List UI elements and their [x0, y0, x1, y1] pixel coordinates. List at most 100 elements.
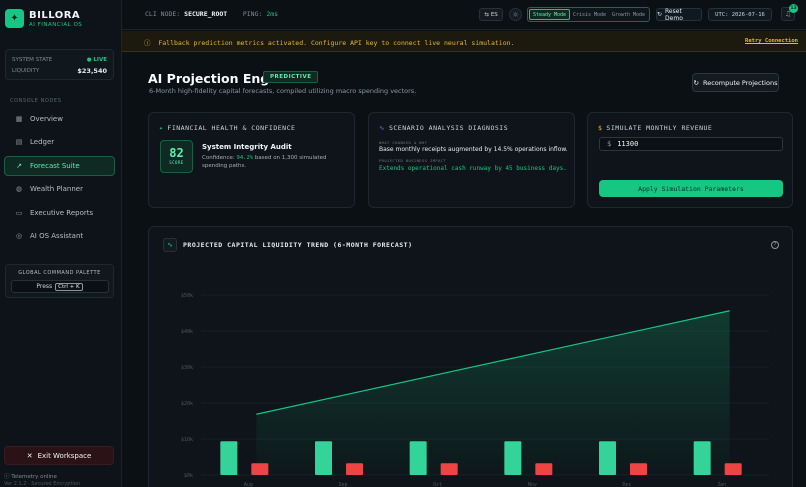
- recompute-label: Recompute Projections: [702, 78, 778, 87]
- outflow-bar: [251, 463, 269, 475]
- inflow-bar: [504, 441, 522, 475]
- liquidity-chart-card: ∿ PROJECTED CAPITAL LIQUIDITY TREND (6-M…: [148, 226, 793, 487]
- audit-prefix: Confidence:: [202, 155, 235, 161]
- fallback-alert-banner: ⓘ Fallback prediction metrics activated.…: [122, 31, 806, 52]
- score-badge: 82 SCORE: [160, 140, 193, 173]
- reset-demo-button[interactable]: ↻ Reset Demo: [656, 7, 702, 22]
- exit-workspace-button[interactable]: ✕ Exit Workspace: [4, 446, 114, 465]
- retry-connection-link[interactable]: Retry Connection: [745, 38, 798, 44]
- command-palette-title: GLOBAL COMMAND PALETTE: [18, 270, 101, 276]
- telemetry-status: ⓘ Telemetry online: [4, 472, 57, 480]
- outflow-bar: [440, 463, 458, 475]
- sidebar-item-ledger[interactable]: ▤ Ledger: [4, 132, 115, 152]
- diagnosis-card-title: SCENARIO ANALYSIS DIAGNOSIS: [388, 124, 509, 132]
- x-tick-label: Sep: [338, 482, 347, 487]
- document-icon: ▭: [15, 208, 23, 217]
- notification-count-badge: 13: [789, 4, 798, 13]
- card-title: $ SIMULATE MONTHLY REVENUE: [598, 124, 712, 132]
- refresh-icon: ↻: [657, 11, 663, 18]
- top-bar: CLI NODE: SECURE_ROOT PING: 2ms ⇆ ES ☼ S…: [122, 0, 806, 30]
- sidebar: ✦ BILLORA AI FINANCIAL OS SYSTEM STATE ●…: [0, 0, 122, 487]
- system-status-panel: SYSTEM STATE ● LIVE LIQUIDITY $23,540: [5, 49, 114, 80]
- sidebar-item-executive-reports[interactable]: ▭ Executive Reports: [4, 203, 115, 223]
- grid-icon: ▦: [15, 115, 23, 123]
- utc-date: UTC: 2026-07-16: [708, 8, 772, 21]
- outflow-bar: [630, 463, 647, 475]
- sidebar-item-label: Ledger: [30, 138, 55, 147]
- x-tick-label: Oct: [433, 482, 442, 487]
- score-value: 82: [169, 146, 184, 160]
- ping-value: 2ms: [266, 10, 279, 18]
- projected-impact-value: Extends operational cash runway by 45 bu…: [379, 165, 567, 172]
- sidebar-item-label: Forecast Suite: [30, 161, 80, 170]
- page-subtitle: 6-Month high-fidelity capital forecasts,…: [149, 87, 417, 95]
- keyboard-shortcut: Ctrl + K: [55, 282, 83, 291]
- scenario-diagnosis-card: ∿ SCENARIO ANALYSIS DIAGNOSIS WHAT CHANGE…: [368, 112, 575, 208]
- sidebar-nav: ▦ Overview ▤ Ledger ↗ Forecast Suite ◍ W…: [4, 109, 115, 249]
- card-title: ∿ SCENARIO ANALYSIS DIAGNOSIS: [379, 124, 508, 132]
- liquidity-chart: $0k $10k $20k $30k $40k $50k Aug Sep Oct Nov Dec Ja…: [181, 293, 769, 487]
- y-tick-label: $40k: [181, 329, 193, 335]
- x-tick-label: Nov: [528, 482, 537, 487]
- sidebar-item-label: AI OS Assistant: [30, 231, 84, 240]
- y-tick-label: $10k: [181, 437, 193, 443]
- currency-symbol: $: [607, 140, 612, 148]
- reset-demo-label: Reset Demo: [665, 7, 683, 22]
- theme-toggle-icon[interactable]: ☼: [509, 8, 522, 21]
- outflow-bar: [724, 463, 742, 475]
- projected-impact-label: PROJECTED BUSINESS IMPACT: [379, 158, 447, 163]
- mode-crisis[interactable]: Crisis Mode: [570, 9, 609, 20]
- score-label: SCORE: [169, 160, 184, 165]
- x-tick-label: Aug: [244, 482, 253, 487]
- live-status-badge: ● LIVE: [86, 56, 107, 63]
- health-card-title: FINANCIAL HEALTH & CONFIDENCE: [167, 124, 296, 132]
- version-text: Ver 2.1.2 · Secured Encryption: [4, 481, 81, 487]
- what-changed-label: WHAT CHANGED & WHY: [379, 140, 428, 145]
- predictive-badge: PREDICTIVE: [263, 71, 319, 83]
- sparkle-icon: ✦: [159, 124, 164, 132]
- command-palette-button[interactable]: Press Ctrl + K: [10, 280, 109, 293]
- dollar-icon: $: [598, 124, 603, 132]
- sidebar-item-label: Executive Reports: [30, 208, 94, 217]
- nav-section-label: CONSOLE NODES: [10, 98, 62, 104]
- cli-node-status: CLI NODE: SECURE_ROOT PING: 2ms: [145, 10, 278, 18]
- recompute-projections-button[interactable]: ↻ Recompute Projections: [692, 73, 779, 92]
- language-button[interactable]: ⇆ ES: [479, 8, 503, 21]
- mode-selector: Steady Mode Crisis Mode Growth Mode: [527, 7, 650, 22]
- bell-icon[interactable]: ♫ 13: [781, 4, 798, 21]
- alert-message: ⓘ Fallback prediction metrics activated.…: [144, 37, 514, 47]
- refresh-icon: ↻: [693, 78, 699, 87]
- audit-text: Confidence: 94.2% based on 1,300 simulat…: [202, 154, 332, 170]
- sidebar-item-wealth-planner[interactable]: ◍ Wealth Planner: [4, 179, 115, 199]
- system-state-label: SYSTEM STATE: [12, 56, 53, 63]
- brand-subtitle: AI FINANCIAL OS: [29, 21, 83, 28]
- brand[interactable]: ✦ BILLORA AI FINANCIAL OS: [5, 9, 82, 28]
- sidebar-item-ai-os-assistant[interactable]: ◎ AI OS Assistant: [4, 226, 115, 246]
- sidebar-item-forecast-suite[interactable]: ↗ Forecast Suite: [4, 155, 115, 176]
- telemetry-text: Telemetry online: [11, 474, 57, 480]
- financial-health-card: ✦ FINANCIAL HEALTH & CONFIDENCE 82 SCORE …: [148, 112, 355, 208]
- sidebar-item-overview[interactable]: ▦ Overview: [4, 109, 115, 129]
- sidebar-item-label: Wealth Planner: [30, 185, 83, 194]
- outflow-bar: [535, 463, 553, 475]
- inflow-bar: [599, 441, 616, 475]
- y-tick-label: $30k: [181, 365, 193, 371]
- y-tick-label: $20k: [181, 401, 193, 407]
- inflow-bar: [315, 441, 332, 475]
- cli-value: SECURE_ROOT: [184, 10, 228, 18]
- card-title: ✦ FINANCIAL HEALTH & CONFIDENCE: [159, 124, 295, 132]
- apply-simulation-button[interactable]: Apply Simulation Parameters: [599, 180, 783, 197]
- audit-title: System Integrity Audit: [202, 143, 292, 151]
- x-tick-label: Dec: [622, 482, 631, 487]
- close-icon: ✕: [26, 451, 33, 460]
- translate-icon: ⇆: [484, 11, 489, 18]
- simulate-revenue-card: $ SIMULATE MONTHLY REVENUE $ 11300 Apply …: [587, 112, 793, 208]
- mode-growth[interactable]: Growth Mode: [609, 9, 648, 20]
- sidebar-item-label: Overview: [30, 115, 63, 123]
- y-tick-label: $0k: [184, 473, 193, 479]
- monthly-revenue-input[interactable]: $ 11300: [599, 137, 783, 151]
- inflow-bar: [409, 441, 427, 475]
- trend-icon: ↗: [16, 161, 22, 170]
- mode-steady[interactable]: Steady Mode: [529, 9, 570, 20]
- simulate-card-title: SIMULATE MONTHLY REVENUE: [606, 124, 713, 132]
